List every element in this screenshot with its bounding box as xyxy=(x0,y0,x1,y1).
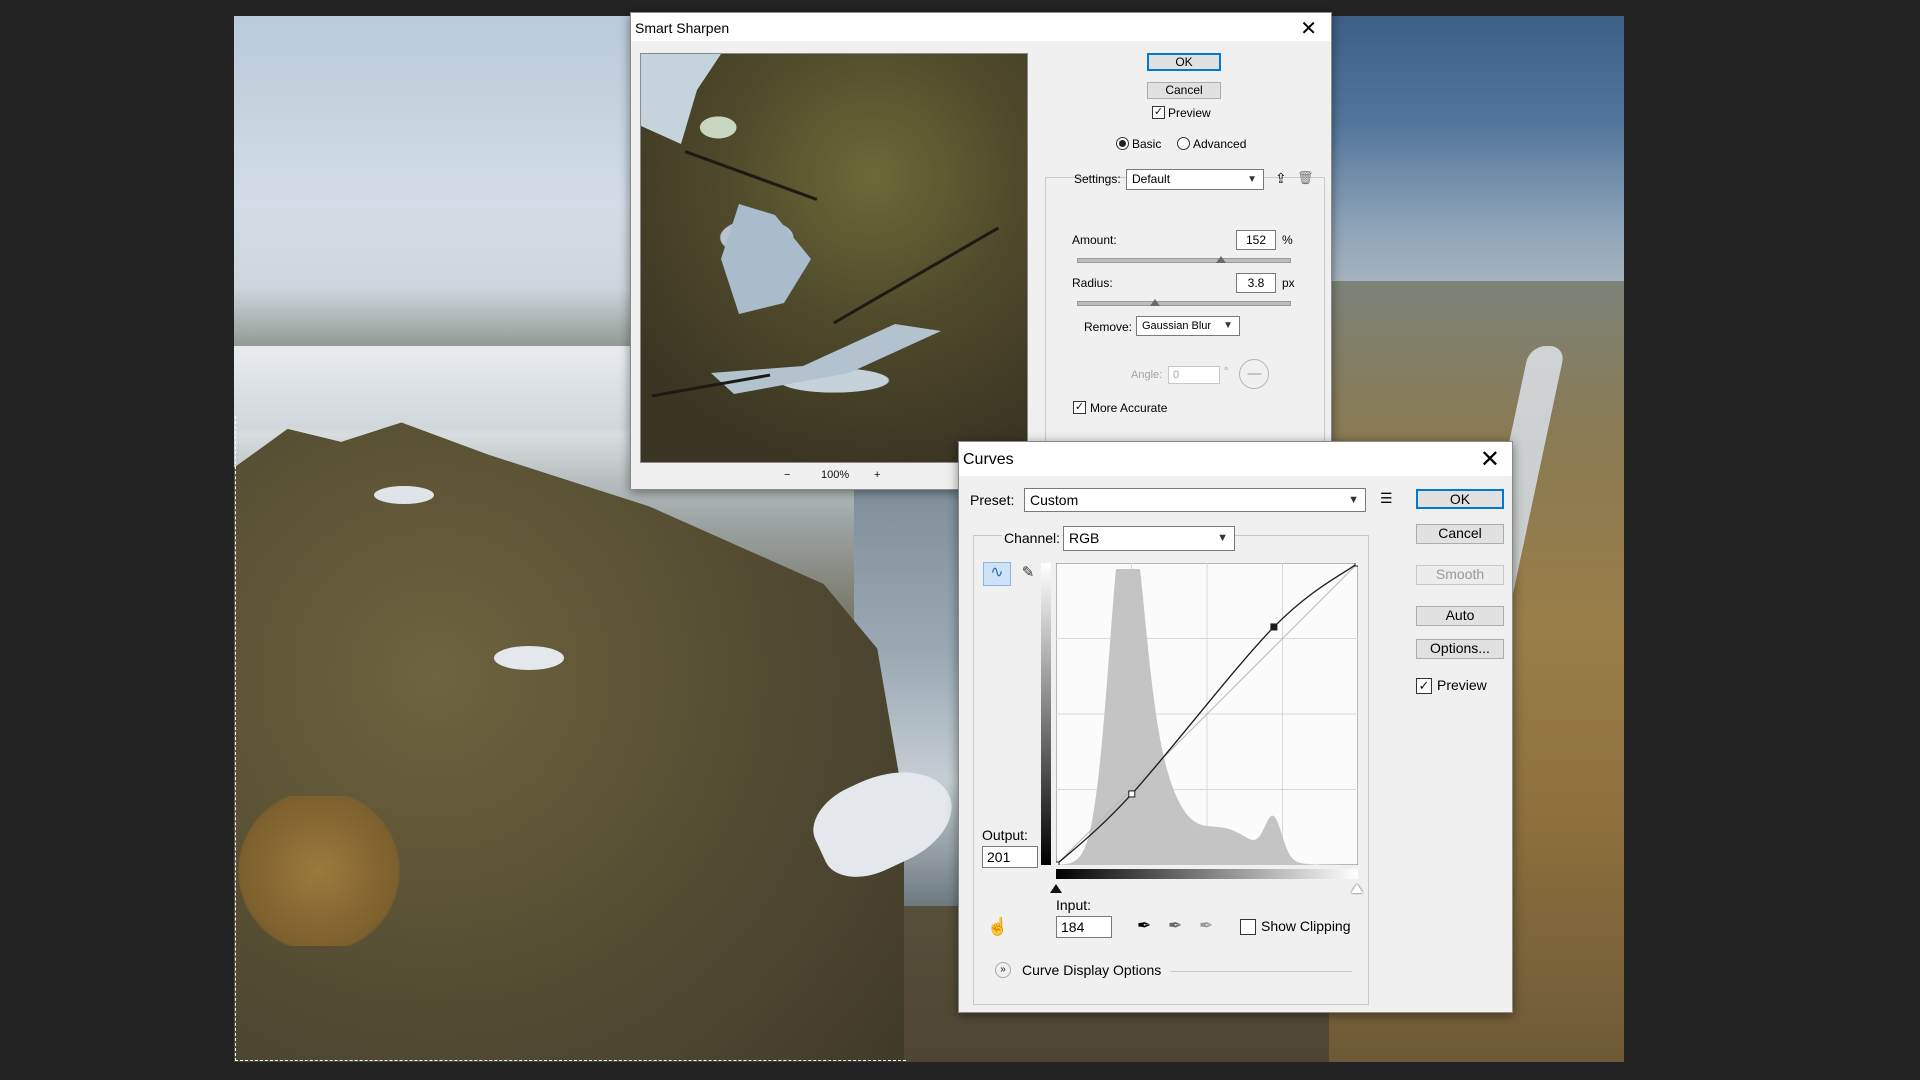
cancel-button[interactable]: Cancel xyxy=(1416,524,1504,544)
preview-texture xyxy=(684,150,818,201)
close-icon[interactable]: ✕ xyxy=(1480,445,1500,474)
remove-select[interactable]: Gaussian Blur ▼ xyxy=(1136,316,1240,336)
curve-display-options-label[interactable]: Curve Display Options xyxy=(1022,962,1161,978)
black-point-slider[interactable] xyxy=(1050,884,1062,893)
angle-dial-needle xyxy=(1247,373,1262,375)
angle-unit: ° xyxy=(1224,366,1229,378)
preview-checkbox[interactable]: ✓ xyxy=(1152,106,1165,119)
preview-checkbox[interactable]: ✓ xyxy=(1416,678,1432,694)
smooth-button: Smooth xyxy=(1416,565,1504,585)
delete-preset-icon[interactable]: 🗑 xyxy=(1297,170,1314,186)
settings-value: Default xyxy=(1132,172,1171,186)
more-accurate-label: More Accurate xyxy=(1090,401,1168,415)
cancel-button[interactable]: Cancel xyxy=(1147,82,1221,99)
preview-label: Preview xyxy=(1168,106,1211,120)
expand-chevron-icon[interactable]: » xyxy=(995,962,1011,978)
curve-point[interactable] xyxy=(1354,563,1358,567)
input-label: Input: xyxy=(1056,897,1092,913)
white-point-slider[interactable] xyxy=(1351,884,1363,893)
close-icon[interactable]: ✕ xyxy=(1300,16,1317,41)
curve-point[interactable] xyxy=(1056,861,1060,865)
chevron-down-icon: ▼ xyxy=(1247,174,1257,185)
radius-input[interactable]: 3.8 xyxy=(1236,273,1276,293)
ok-button[interactable]: OK xyxy=(1147,53,1221,71)
options-button[interactable]: Options... xyxy=(1416,639,1504,659)
preview-texture xyxy=(641,54,721,144)
input-input[interactable]: 184 xyxy=(1056,916,1112,938)
amount-label: Amount: xyxy=(1072,233,1117,247)
curves-graph[interactable] xyxy=(1056,563,1358,865)
zoom-out-icon[interactable]: − xyxy=(784,469,790,481)
mode-advanced-label: Advanced xyxy=(1193,137,1247,151)
chevron-down-icon: ▼ xyxy=(1223,320,1233,331)
selection-marquee xyxy=(235,416,906,1061)
preview-texture xyxy=(832,226,1000,325)
preview-label: Preview xyxy=(1437,677,1487,693)
more-accurate-checkbox[interactable]: ✓ xyxy=(1073,401,1086,414)
angle-label: Angle: xyxy=(1131,369,1163,381)
preset-select[interactable]: Custom ▼ xyxy=(1024,488,1366,512)
black-eyedropper-icon[interactable]: ✒ xyxy=(1137,916,1151,936)
curve-point[interactable] xyxy=(1128,790,1136,798)
remove-value: Gaussian Blur xyxy=(1142,320,1212,332)
radius-slider[interactable] xyxy=(1077,301,1291,306)
curve-point-tool-icon[interactable]: ∿ xyxy=(983,562,1011,586)
radius-unit: px xyxy=(1282,276,1295,290)
radius-slider-handle[interactable] xyxy=(1150,299,1161,306)
preset-label: Preset: xyxy=(970,492,1015,508)
settings-select[interactable]: Default ▼ xyxy=(1126,169,1264,190)
on-image-adjust-icon[interactable]: ☝ xyxy=(987,917,1008,937)
output-label: Output: xyxy=(982,827,1028,843)
angle-input: 0 xyxy=(1168,366,1220,384)
amount-unit: % xyxy=(1282,233,1293,247)
pencil-tool-icon[interactable]: ✎ xyxy=(1016,562,1040,586)
save-preset-icon[interactable]: ⇪ xyxy=(1275,170,1287,187)
smart-sharpen-dialog: Smart Sharpen ✕ − 100% + OK Cancel ✓ Pre… xyxy=(630,12,1332,490)
preview-texture xyxy=(711,324,941,394)
amount-slider-handle[interactable] xyxy=(1216,256,1227,263)
output-gradient-bar xyxy=(1041,563,1051,865)
zoom-in-icon[interactable]: + xyxy=(874,469,880,481)
remove-label: Remove: xyxy=(1084,320,1133,334)
dialog-title: Smart Sharpen xyxy=(635,20,730,36)
gray-eyedropper-icon[interactable]: ✒ xyxy=(1168,916,1182,936)
channel-value: RGB xyxy=(1069,530,1100,546)
chevron-down-icon: ▼ xyxy=(1348,494,1359,506)
white-eyedropper-icon[interactable]: ✒ xyxy=(1199,916,1213,936)
channel-label: Channel: xyxy=(1002,530,1063,546)
curve-point[interactable] xyxy=(1270,623,1278,631)
radius-label: Radius: xyxy=(1072,276,1113,290)
output-input[interactable]: 201 xyxy=(982,846,1038,868)
divider xyxy=(1170,971,1352,972)
canvas-sky xyxy=(1329,16,1624,281)
ok-button[interactable]: OK xyxy=(1416,489,1504,509)
curves-titlebar[interactable]: Curves ✕ xyxy=(959,442,1512,476)
preset-value: Custom xyxy=(1030,492,1079,508)
mode-basic-radio[interactable] xyxy=(1116,137,1129,150)
chevron-down-icon: ▼ xyxy=(1217,532,1228,544)
channel-select[interactable]: RGB ▼ xyxy=(1063,526,1235,551)
show-clipping-label: Show Clipping xyxy=(1261,918,1351,934)
input-gradient-bar xyxy=(1056,869,1358,879)
amount-slider[interactable] xyxy=(1077,258,1291,263)
sharpen-preview-pane[interactable] xyxy=(640,53,1028,463)
preview-texture xyxy=(721,204,811,314)
zoom-level: 100% xyxy=(821,469,850,481)
mode-basic-label: Basic xyxy=(1132,137,1162,151)
curves-dialog: Curves ✕ Preset: Custom ▼ ☰ Channel: RGB ▼… xyxy=(958,441,1513,1013)
preset-options-icon[interactable]: ☰ xyxy=(1380,490,1393,507)
settings-label: Settings: xyxy=(1074,172,1121,186)
amount-input[interactable]: 152 xyxy=(1236,230,1276,250)
auto-button[interactable]: Auto xyxy=(1416,606,1504,626)
dialog-title: Curves xyxy=(963,451,1014,468)
show-clipping-checkbox[interactable] xyxy=(1240,919,1256,935)
smart-sharpen-titlebar[interactable]: Smart Sharpen ✕ xyxy=(631,13,1331,41)
mode-advanced-radio[interactable] xyxy=(1177,137,1190,150)
angle-dial xyxy=(1239,359,1269,389)
